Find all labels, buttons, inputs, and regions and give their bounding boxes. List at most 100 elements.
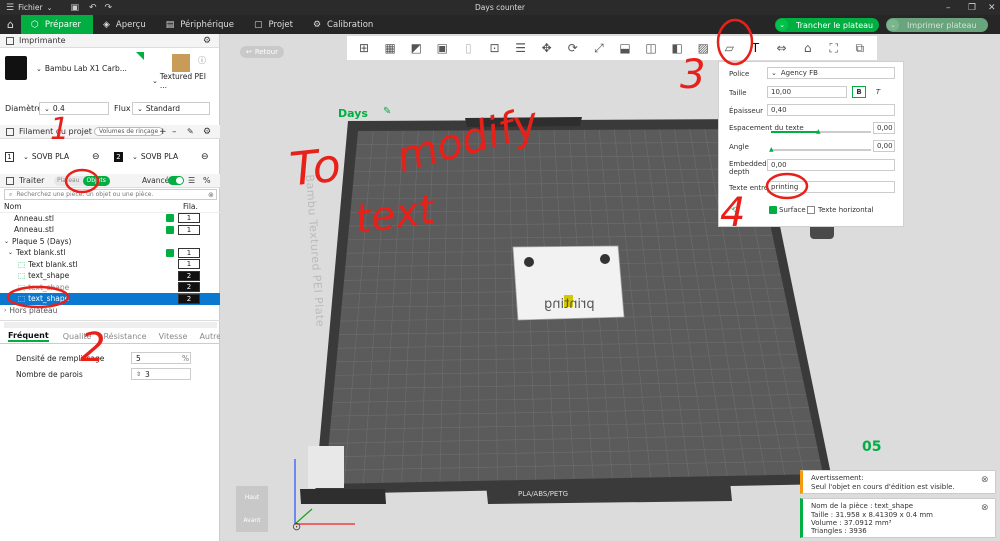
- chevron-down-icon[interactable]: ⌄: [47, 4, 53, 12]
- plate-number: 05: [862, 439, 882, 455]
- advanced-label: Avancé: [142, 176, 170, 185]
- advanced-toggle[interactable]: [168, 176, 184, 185]
- redo-icon[interactable]: ↷: [105, 3, 113, 13]
- printer-select[interactable]: ⌄ Bambu Lab X1 Carb...: [32, 62, 144, 75]
- italic-button[interactable]: T: [871, 86, 885, 98]
- remove-circle-icon[interactable]: ⊖: [201, 152, 209, 162]
- tree-row[interactable]: ⬚ text_shape 2: [0, 270, 220, 282]
- mounting-hole: [524, 257, 534, 267]
- file-menu[interactable]: Fichier: [18, 3, 43, 12]
- walls-stepper[interactable]: ⇕ 3: [131, 368, 191, 380]
- tab-frequent[interactable]: Fréquent: [8, 331, 49, 342]
- checkbox-checked[interactable]: [166, 248, 174, 257]
- tab-device[interactable]: ▤ Périphérique: [156, 15, 244, 34]
- home-button[interactable]: ⌂: [0, 15, 21, 34]
- checkbox-checked[interactable]: [166, 225, 174, 234]
- minimize-icon[interactable]: –: [946, 3, 951, 13]
- annotation-number-3: 3: [680, 52, 706, 98]
- chevron-down-icon[interactable]: ⌄: [887, 19, 899, 31]
- tree-row-offplate[interactable]: › Hors plateau: [0, 305, 220, 317]
- tab-calibration[interactable]: ⚙ Calibration: [303, 15, 383, 34]
- window-title: Days counter: [475, 3, 525, 12]
- filament-icon: [6, 127, 14, 136]
- walls-label: Nombre de parois: [16, 370, 83, 379]
- filament-item-1[interactable]: 1 ⌄ SOVB PLA ⊖: [5, 150, 105, 163]
- process-icon: [6, 176, 14, 185]
- chevron-down-icon: ⌄: [36, 64, 42, 73]
- edit-icon[interactable]: ✎: [187, 127, 194, 136]
- tree-row[interactable]: ⬚ Text blank.stl 1: [0, 259, 220, 271]
- surface-checkbox[interactable]: [769, 206, 777, 214]
- list-icon[interactable]: ☰: [188, 176, 195, 185]
- chevron-right-icon[interactable]: ›: [4, 307, 6, 314]
- checkbox-checked[interactable]: [166, 214, 174, 223]
- tab-strength[interactable]: Résistance: [103, 332, 146, 341]
- plate-title[interactable]: Days: [338, 107, 368, 120]
- chevron-down-icon[interactable]: ⌄: [776, 19, 788, 31]
- angle-input[interactable]: 0,00: [873, 140, 895, 152]
- remove-icon[interactable]: –: [172, 127, 177, 137]
- edit-plate-name-icon[interactable]: ✎: [383, 106, 391, 117]
- chevron-down-icon[interactable]: ⌄: [4, 238, 9, 245]
- thickness-input[interactable]: 0,40: [767, 104, 895, 116]
- restore-icon[interactable]: ❐: [968, 3, 976, 13]
- flushing-volumes-button[interactable]: Volumes de rinçage: [94, 127, 164, 136]
- left-panel: Imprimante ⚙ ⌄ Bambu Lab X1 Carb... ⓘ ⌄ …: [0, 34, 221, 541]
- tree-row-plate[interactable]: ⌄ Plaque 5 (Days): [0, 236, 220, 248]
- chevron-down-icon: ⌄: [771, 69, 777, 77]
- bold-button[interactable]: B: [852, 86, 866, 98]
- object-search-input[interactable]: ⌕ Recherchez une pièce, un objet ou une …: [4, 189, 217, 200]
- info-icon[interactable]: ⓘ: [198, 55, 206, 66]
- gear-icon[interactable]: ⚙: [203, 127, 211, 137]
- spacing-input[interactable]: 0,00: [873, 122, 895, 134]
- printer-section-header: Imprimante ⚙: [0, 34, 219, 48]
- hamburger-icon[interactable]: ☰: [6, 3, 14, 13]
- tab-other[interactable]: Autre: [199, 332, 221, 341]
- angle-slider[interactable]: ▲: [769, 146, 871, 153]
- plate-objects-toggle[interactable]: Plateau Objets: [54, 175, 110, 186]
- text-part-icon: ⬚: [18, 271, 26, 281]
- device-icon: ▤: [165, 19, 175, 30]
- print-plate-button[interactable]: ⌄ Imprimer plateau: [886, 18, 988, 32]
- plate-type-select[interactable]: ⌄ Textured PEI ...: [148, 72, 216, 90]
- text-part-icon: ⬚: [18, 282, 26, 292]
- spacing-slider[interactable]: ▲: [771, 128, 871, 135]
- remove-circle-icon[interactable]: ⊖: [92, 152, 100, 162]
- tree-row[interactable]: ⌄ Text blank.stl 1: [0, 247, 220, 259]
- tab-speed[interactable]: Vitesse: [159, 332, 188, 341]
- stepper-icon[interactable]: ⇕: [136, 371, 141, 378]
- main-toolbar: ⌂ ⬡ Préparer ◈ Aperçu ▤ Périphérique ▢ Proje…: [0, 15, 1000, 34]
- tree-row[interactable]: Anneau.stl 1: [0, 224, 220, 236]
- horizontal-scrollbar[interactable]: [4, 322, 217, 328]
- close-icon[interactable]: ✕: [988, 3, 996, 13]
- slice-plate-button[interactable]: ⌄ Trancher le plateau: [775, 18, 879, 32]
- tree-row[interactable]: Anneau.stl 1: [0, 213, 220, 225]
- chevron-down-icon: ⌄: [152, 76, 158, 85]
- percent-icon[interactable]: %: [203, 176, 211, 185]
- embedded-depth-input[interactable]: 0,00: [767, 159, 895, 171]
- view-cube[interactable]: Haut Avant: [236, 486, 268, 532]
- gear-icon[interactable]: ⚙: [203, 36, 211, 46]
- infill-input[interactable]: 5 %: [131, 352, 191, 364]
- size-input[interactable]: 10,00: [767, 86, 847, 98]
- printer-icon: [6, 36, 14, 45]
- chevron-down-icon[interactable]: ⌄: [8, 249, 13, 256]
- font-select[interactable]: ⌄ Agency FB: [767, 67, 895, 79]
- clear-icon[interactable]: ⊗: [208, 191, 214, 199]
- object-tree: Nom Fila. Anneau.stl 1 Anneau.stl 1 ⌄ Pl…: [0, 201, 220, 321]
- text-input[interactable]: printing: [767, 181, 895, 193]
- tab-project[interactable]: ▢ Projet: [244, 15, 303, 34]
- tree-row[interactable]: ⬚ text_shape 2: [0, 282, 220, 294]
- tab-preview[interactable]: ◈ Aperçu: [93, 15, 156, 34]
- add-icon[interactable]: +: [159, 127, 167, 137]
- close-icon[interactable]: ⊗: [981, 503, 989, 513]
- zoom-fit-icon[interactable]: ⊙: [292, 520, 301, 533]
- close-icon[interactable]: ⊗: [981, 475, 989, 485]
- filament-item-2[interactable]: 2 ⌄ SOVB PLA ⊖: [114, 150, 218, 163]
- save-icon[interactable]: ▣: [70, 3, 79, 13]
- tab-prepare[interactable]: ⬡ Préparer: [20, 15, 93, 34]
- undo-icon[interactable]: ↶: [89, 3, 97, 13]
- flow-select[interactable]: ⌄ Standard: [132, 102, 210, 115]
- horizontal-text-checkbox[interactable]: [807, 206, 815, 214]
- tree-row-selected[interactable]: ⬚ text_shape 2: [0, 293, 220, 305]
